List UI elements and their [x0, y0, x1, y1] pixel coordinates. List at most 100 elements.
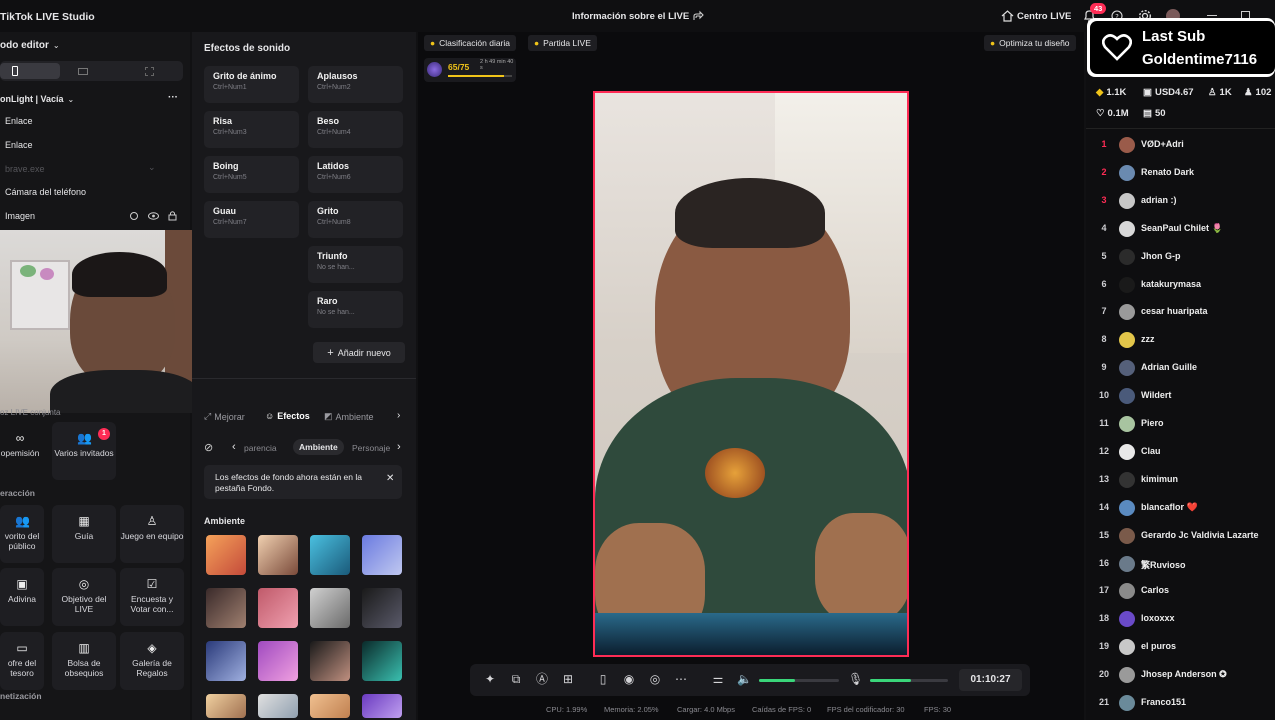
tool-treasure[interactable]: ▭ ofre del tesoro — [0, 632, 44, 690]
leaderboard-row[interactable]: 9 Adrian Guille — [1086, 354, 1275, 382]
effect-thumb[interactable] — [310, 588, 350, 628]
leaderboard-row[interactable]: 21 Franco151 — [1086, 689, 1275, 717]
leaderboard-row[interactable]: 8 zzz — [1086, 326, 1275, 354]
tool-live-goal[interactable]: ◎ Objetivo del LIVE — [52, 568, 116, 626]
add-source-icon[interactable]: ⊞ — [561, 672, 575, 686]
effect-thumb[interactable] — [258, 694, 298, 718]
chevron-down-icon[interactable]: ⌄ — [53, 41, 60, 50]
eye-icon[interactable] — [148, 211, 159, 221]
leaderboard-row[interactable]: 17 Carlos — [1086, 577, 1275, 605]
tool-team-game[interactable]: ♙ Juego en equipo — [120, 505, 184, 563]
effect-thumb[interactable] — [206, 694, 246, 718]
tool-guess[interactable]: ▣ Adivina — [0, 568, 44, 626]
close-icon[interactable]: ✕ — [386, 473, 394, 484]
minimize-icon[interactable] — [1207, 15, 1217, 16]
tool-opemision[interactable]: ∞ opemisión — [0, 422, 40, 480]
leaderboard-row[interactable]: 4 SeanPaul Chilet 🌷 — [1086, 215, 1275, 243]
leaderboard-row[interactable]: 7 cesar huaripata — [1086, 298, 1275, 326]
rank-progress-widget[interactable]: 65/75 2 h 49 min 40 s — [424, 58, 516, 82]
leaderboard-row[interactable]: 10 Wildert — [1086, 382, 1275, 410]
source-item[interactable]: Enlace — [5, 140, 33, 150]
camera-icon[interactable]: ◎ — [648, 672, 662, 686]
effect-thumb[interactable] — [258, 641, 298, 681]
speaker-icon[interactable]: 🔈 — [737, 672, 752, 686]
chevron-down-icon[interactable]: ⌄ — [68, 95, 75, 104]
leaderboard-row[interactable]: 1 VØD+Adri — [1086, 131, 1275, 159]
phone-icon[interactable]: ▯ — [596, 672, 610, 686]
scene-select[interactable]: onLight | Vacía — [0, 94, 64, 104]
leaderboard-row[interactable]: 13 kimimun — [1086, 466, 1275, 494]
source-item[interactable]: Cámara del teléfono — [5, 187, 86, 197]
tab-ambient[interactable]: ◩ Ambiente — [324, 411, 374, 422]
leaderboard-row[interactable]: 11 Piero — [1086, 410, 1275, 438]
daily-rank-chip[interactable]: ● Clasificación diaria — [424, 35, 517, 51]
sfx-card[interactable]: Raro No se han... — [308, 291, 403, 328]
microphone-icon[interactable]: 🎙 — [848, 672, 863, 686]
source-item[interactable]: brave.exe — [5, 164, 45, 174]
split-icon[interactable] — [145, 67, 154, 76]
tool-gift-gallery[interactable]: ◈ Galería de Regalos — [120, 632, 184, 690]
leaderboard-row[interactable]: 5 Jhon G-p — [1086, 243, 1275, 271]
sfx-card[interactable]: Risa Ctrl+Num3 — [204, 111, 299, 148]
leaderboard-row[interactable]: 18 loxoxxx — [1086, 605, 1275, 633]
ai-icon[interactable]: Ⓐ — [535, 672, 549, 686]
layers-icon[interactable]: ⧉ — [509, 672, 523, 686]
leaderboard-row[interactable]: 16 繁Ruvioso — [1086, 550, 1275, 578]
no-effect-icon[interactable]: ⊘ — [204, 441, 213, 454]
effect-thumb[interactable] — [258, 588, 298, 628]
leaderboard-row[interactable]: 12 Clau — [1086, 438, 1275, 466]
leaderboard-row[interactable]: 6 katakurymasa — [1086, 271, 1275, 299]
effect-thumb[interactable] — [362, 641, 402, 681]
leaderboard-row[interactable]: 3 adrian :) — [1086, 187, 1275, 215]
lock-icon[interactable] — [168, 210, 177, 221]
editor-mode-select[interactable]: odo editor — [0, 40, 49, 51]
tab-enhance[interactable]: ⤢ Mejorar — [204, 411, 245, 422]
sfx-card[interactable]: Guau Ctrl+Num7 — [204, 201, 299, 238]
chevron-right-icon[interactable]: › — [397, 410, 400, 421]
magic-icon[interactable]: ✦ — [483, 672, 497, 686]
subtab-appearance[interactable]: parencia — [244, 443, 277, 453]
more-icon[interactable]: ⋯ — [674, 672, 688, 686]
leaderboard-row[interactable]: 2 Renato Dark — [1086, 159, 1275, 187]
live-info-title[interactable]: Información sobre el LIVE — [572, 11, 689, 22]
more-options-icon[interactable]: ··· — [168, 92, 178, 103]
effect-thumb[interactable] — [206, 588, 246, 628]
effect-thumb[interactable] — [362, 694, 402, 718]
tool-fav-audience[interactable]: 👥 vorito del público — [0, 505, 44, 563]
target-icon[interactable] — [129, 211, 139, 221]
effect-thumb[interactable] — [310, 641, 350, 681]
record-icon[interactable]: ◉ — [622, 672, 636, 686]
live-video-frame[interactable] — [593, 91, 909, 657]
subtab-ambient[interactable]: Ambiente — [293, 439, 344, 455]
portrait-option[interactable] — [0, 63, 60, 79]
leaderboard-row[interactable]: 20 Jhosep Anderson ✪ — [1086, 661, 1275, 689]
mixer-icon[interactable]: ⚌ — [711, 672, 725, 686]
eye-off-icon[interactable]: ⌄ — [148, 162, 156, 173]
leaderboard-row[interactable]: 14 blancaflor ❤️ — [1086, 494, 1275, 522]
tool-poll[interactable]: ☑ Encuesta y Votar con... — [120, 568, 184, 626]
effect-thumb[interactable] — [362, 535, 402, 575]
effect-thumb[interactable] — [206, 535, 246, 575]
source-item[interactable]: Imagen — [5, 211, 35, 221]
source-item[interactable]: Enlace — [5, 116, 33, 126]
optimize-design-button[interactable]: ● Optimiza tu diseño — [984, 35, 1076, 51]
sfx-card[interactable]: Triunfo No se han... — [308, 246, 403, 283]
subtab-character[interactable]: Personaje — [352, 443, 390, 453]
sfx-card[interactable]: Boing Ctrl+Num5 — [204, 156, 299, 193]
chevron-right-icon[interactable]: › — [397, 441, 401, 453]
effect-thumb[interactable] — [362, 588, 402, 628]
tool-guide[interactable]: ▦ Guía — [52, 505, 116, 563]
leaderboard-row[interactable]: 19 el puros — [1086, 633, 1275, 661]
centro-live-link[interactable]: Centro LIVE — [1017, 11, 1071, 22]
effect-thumb[interactable] — [310, 694, 350, 718]
leaderboard-row[interactable]: 15 Gerardo Jc Valdivia Lazarte — [1086, 522, 1275, 550]
sfx-card[interactable]: Grito de ánimo Ctrl+Num1 — [204, 66, 299, 103]
sfx-card[interactable]: Grito Ctrl+Num8 — [308, 201, 403, 238]
share-icon[interactable] — [692, 10, 704, 22]
chevron-left-icon[interactable]: ‹ — [232, 441, 236, 453]
effect-thumb[interactable] — [258, 535, 298, 575]
landscape-icon[interactable] — [78, 68, 88, 75]
sfx-card[interactable]: Aplausos Ctrl+Num2 — [308, 66, 403, 103]
tab-effects[interactable]: ☺ Efectos — [265, 411, 310, 421]
sfx-card[interactable]: Beso Ctrl+Num4 — [308, 111, 403, 148]
